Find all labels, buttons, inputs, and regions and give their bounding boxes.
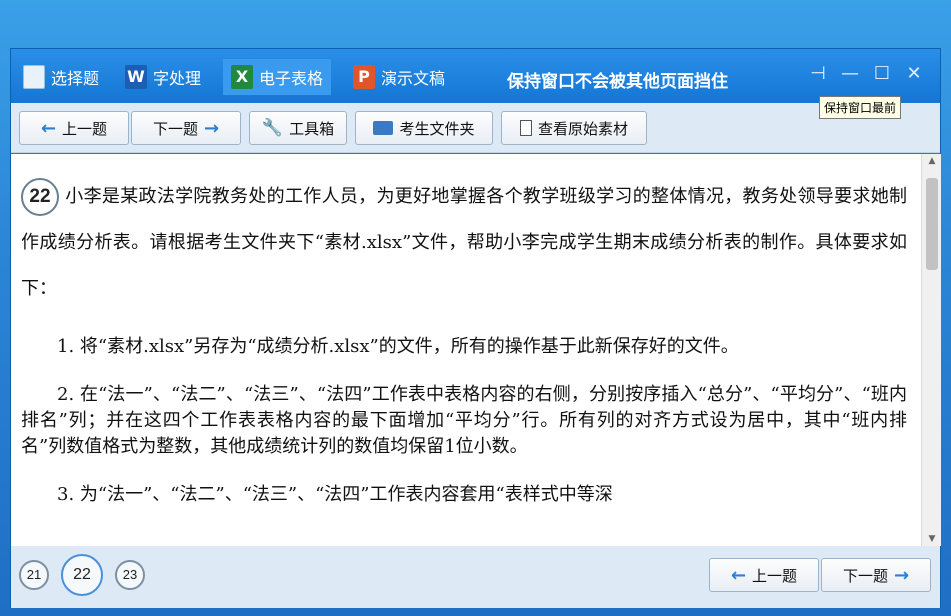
- file-icon: [519, 120, 532, 136]
- question-intro: 22 小李是某政法学院教务处的工作人员，为更好地掌握各个教学班级学习的整体情况，教…: [21, 174, 907, 312]
- tooltip: 保持窗口最前: [819, 96, 902, 119]
- tab-label: 演示文稿: [381, 69, 446, 88]
- tab-label: 电子表格: [259, 69, 324, 88]
- document-icon: [23, 65, 45, 89]
- minimize-icon[interactable]: —: [837, 63, 863, 84]
- footer-prev-button[interactable]: ← 上一题: [709, 558, 819, 592]
- material-button[interactable]: 查看原始素材: [501, 111, 647, 145]
- question-nav-21[interactable]: 21: [19, 560, 49, 590]
- folder-icon: [373, 121, 394, 135]
- requirement-1: 1. 将“素材.xlsx”另存为“成绩分析.xlsx”的文件，所有的操作基于此新…: [57, 336, 739, 357]
- scrollbar[interactable]: ▲ ▼: [921, 154, 941, 546]
- footer-bar: 21 22 23 ← 上一题 下一题 →: [11, 546, 940, 608]
- arrow-right-icon: →: [203, 117, 220, 139]
- tab-word[interactable]: W 字处理: [117, 59, 209, 95]
- requirement-2: 2. 在“法一”、“法二”、“法三”、“法四”工作表中表格内容的右侧，分别按序插…: [21, 384, 907, 457]
- scroll-thumb[interactable]: [926, 178, 938, 270]
- arrow-left-icon: ←: [730, 564, 747, 586]
- prev-label: 上一题: [62, 119, 108, 138]
- scroll-up-icon[interactable]: ▲: [922, 156, 942, 166]
- close-icon[interactable]: ✕: [901, 63, 927, 84]
- pin-notice: 保持窗口不会被其他页面挡住: [507, 72, 728, 92]
- scroll-down-icon[interactable]: ▼: [922, 534, 942, 544]
- powerpoint-icon: P: [353, 65, 375, 89]
- tab-excel[interactable]: X 电子表格: [223, 59, 332, 95]
- exam-window: 选择题 W 字处理 X 电子表格 P 演示文稿 保持窗口不会被其他页面挡住 ⊣ …: [10, 48, 941, 608]
- question-number: 22: [21, 178, 59, 216]
- word-icon: W: [125, 65, 147, 89]
- toolbox-button[interactable]: 🔧 工具箱: [249, 111, 347, 145]
- requirement-3: 3. 为“法一”、“法二”、“法三”、“法四”工作表内容套用“表样式中等深: [57, 484, 613, 505]
- wrench-icon: 🔧: [261, 118, 284, 138]
- footer-next-button[interactable]: 下一题 →: [821, 558, 931, 592]
- question-nav-23[interactable]: 23: [115, 560, 145, 590]
- next-label: 下一题: [152, 119, 198, 138]
- material-label: 查看原始素材: [537, 119, 628, 138]
- excel-icon: X: [231, 65, 253, 89]
- next-button[interactable]: 下一题 →: [131, 111, 241, 145]
- folder-label: 考生文件夹: [399, 119, 475, 138]
- question-content: 22 小李是某政法学院教务处的工作人员，为更好地掌握各个教学班级学习的整体情况，教…: [11, 154, 921, 546]
- pin-icon[interactable]: ⊣: [805, 63, 831, 84]
- arrow-left-icon: ←: [40, 117, 57, 139]
- next-label: 下一题: [842, 566, 888, 585]
- tab-choice[interactable]: 选择题: [15, 59, 107, 95]
- arrow-right-icon: →: [893, 564, 910, 586]
- tab-label: 字处理: [153, 69, 202, 88]
- toolbar: ← 上一题 下一题 → 🔧 工具箱 考生文件夹 查看原始素材: [11, 103, 940, 153]
- intro-text: 小李是某政法学院教务处的工作人员，为更好地掌握各个教学班级学习的整体情况，教务处…: [21, 186, 907, 299]
- question-nav-22[interactable]: 22: [61, 554, 103, 596]
- toolbox-label: 工具箱: [289, 119, 335, 138]
- tab-label: 选择题: [51, 69, 100, 88]
- tab-ppt[interactable]: P 演示文稿: [345, 59, 453, 95]
- folder-button[interactable]: 考生文件夹: [355, 111, 493, 145]
- prev-button[interactable]: ← 上一题: [19, 111, 129, 145]
- prev-label: 上一题: [752, 566, 798, 585]
- title-bar: 选择题 W 字处理 X 电子表格 P 演示文稿 保持窗口不会被其他页面挡住 ⊣ …: [11, 49, 940, 103]
- maximize-icon[interactable]: ☐: [869, 63, 895, 84]
